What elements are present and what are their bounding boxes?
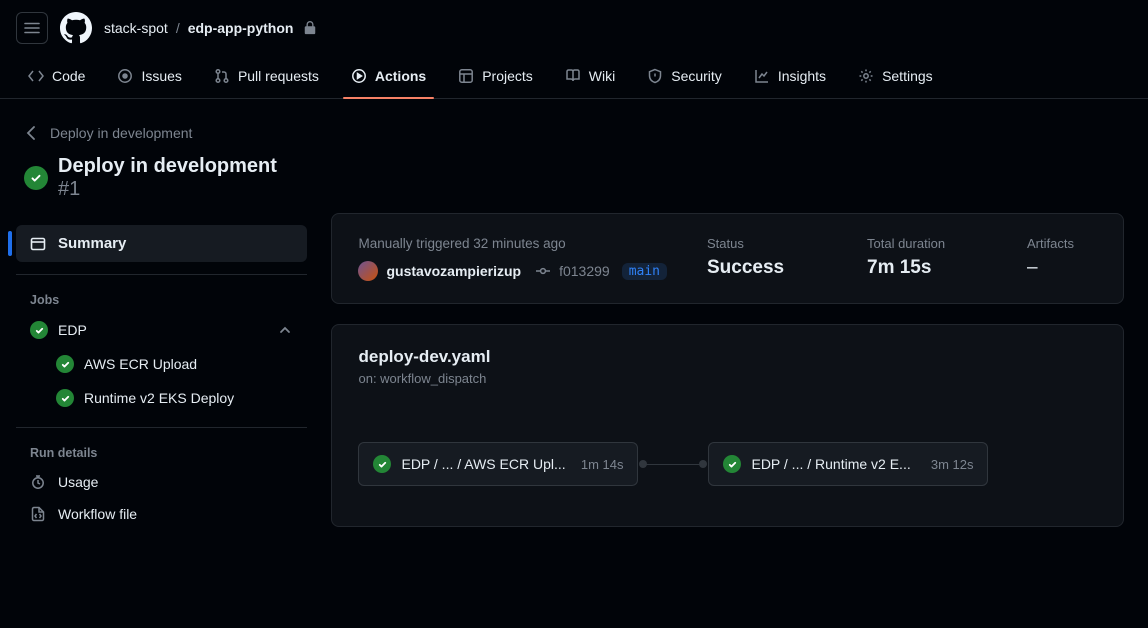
github-logo[interactable] [60, 12, 92, 44]
summary-label: Summary [58, 235, 126, 252]
node-time: 1m 14s [581, 457, 624, 472]
jobs-heading: Jobs [16, 287, 307, 313]
nav-wiki-label: Wiki [589, 68, 615, 84]
run-number: #1 [58, 178, 80, 200]
nav-pulls[interactable]: Pull requests [202, 60, 331, 98]
nav-insights-label: Insights [778, 68, 826, 84]
job-label: Runtime v2 EKS Deploy [84, 390, 234, 406]
usage-label: Usage [58, 474, 98, 490]
nav-issues[interactable]: Issues [105, 60, 193, 98]
nav-projects-label: Projects [482, 68, 533, 84]
nav-settings[interactable]: Settings [846, 60, 945, 98]
branch-pill[interactable]: main [622, 263, 667, 280]
nav-security[interactable]: Security [635, 60, 734, 98]
commit-sha[interactable]: f013299 [559, 263, 610, 279]
run-meta-card: Manually triggered 32 minutes ago gustav… [331, 213, 1124, 304]
nav-actions-label: Actions [375, 68, 426, 84]
success-icon [30, 321, 48, 339]
workflow-graph-card: deploy-dev.yaml on: workflow_dispatch ED… [331, 324, 1124, 527]
rundetails-heading: Run details [16, 440, 307, 466]
nav-projects[interactable]: Projects [446, 60, 545, 98]
back-to-workflow[interactable]: Deploy in development [16, 119, 307, 147]
avatar[interactable] [358, 261, 378, 281]
commit-icon [535, 263, 551, 279]
job-label: AWS ECR Upload [84, 356, 197, 372]
graph-edge [640, 464, 706, 465]
workflow-file-name[interactable]: deploy-dev.yaml [358, 347, 1097, 367]
duration-value[interactable]: 7m 15s [867, 257, 987, 279]
job-group-label: EDP [58, 322, 87, 338]
nav-security-label: Security [671, 68, 722, 84]
breadcrumb-separator: / [176, 20, 180, 36]
lock-icon [303, 21, 317, 35]
usage-link[interactable]: Usage [16, 466, 307, 498]
trigger-line: Manually triggered 32 minutes ago [358, 236, 667, 251]
workflow-file-label: Workflow file [58, 506, 137, 522]
divider [16, 427, 307, 428]
summary-tab[interactable]: Summary [16, 225, 307, 262]
nav-issues-label: Issues [141, 68, 181, 84]
actor-link[interactable]: gustavozampierizup [386, 263, 521, 279]
artifacts-label: Artifacts [1027, 236, 1097, 251]
success-icon [373, 455, 391, 473]
duration-label: Total duration [867, 236, 987, 251]
artifacts-value: – [1027, 257, 1097, 279]
repo-nav: Code Issues Pull requests Actions Projec… [0, 56, 1148, 99]
nav-code-label: Code [52, 68, 85, 84]
breadcrumb-owner[interactable]: stack-spot [104, 20, 168, 36]
graph-node-runtime-eks[interactable]: EDP / ... / Runtime v2 E... 3m 12s [708, 442, 988, 486]
workflow-file-link[interactable]: Workflow file [16, 498, 307, 530]
job-group-edp[interactable]: EDP [16, 313, 307, 347]
job-aws-ecr-upload[interactable]: AWS ECR Upload [16, 347, 307, 381]
node-time: 3m 12s [931, 457, 974, 472]
breadcrumb: stack-spot / edp-app-python [104, 20, 317, 36]
nav-insights[interactable]: Insights [742, 60, 838, 98]
status-label: Status [707, 236, 827, 251]
node-label: EDP / ... / AWS ECR Upl... [401, 456, 570, 472]
workflow-graph: EDP / ... / AWS ECR Upl... 1m 14s EDP / … [358, 442, 1097, 486]
divider [16, 274, 307, 275]
chevron-up-icon [277, 322, 293, 338]
back-label: Deploy in development [50, 125, 192, 141]
nav-code[interactable]: Code [16, 60, 97, 98]
graph-node-aws-ecr[interactable]: EDP / ... / AWS ECR Upl... 1m 14s [358, 442, 638, 486]
success-icon [56, 389, 74, 407]
success-icon [24, 166, 48, 190]
node-label: EDP / ... / Runtime v2 E... [751, 456, 920, 472]
success-icon [56, 355, 74, 373]
global-menu-button[interactable] [16, 12, 48, 44]
nav-actions[interactable]: Actions [339, 60, 438, 98]
nav-wiki[interactable]: Wiki [553, 60, 627, 98]
success-icon [723, 455, 741, 473]
nav-pulls-label: Pull requests [238, 68, 319, 84]
nav-settings-label: Settings [882, 68, 933, 84]
breadcrumb-repo[interactable]: edp-app-python [188, 20, 294, 36]
run-title: Deploy in development #1 [58, 155, 299, 201]
job-runtime-eks-deploy[interactable]: Runtime v2 EKS Deploy [16, 381, 307, 415]
status-value: Success [707, 257, 827, 279]
workflow-on-line: on: workflow_dispatch [358, 371, 1097, 386]
